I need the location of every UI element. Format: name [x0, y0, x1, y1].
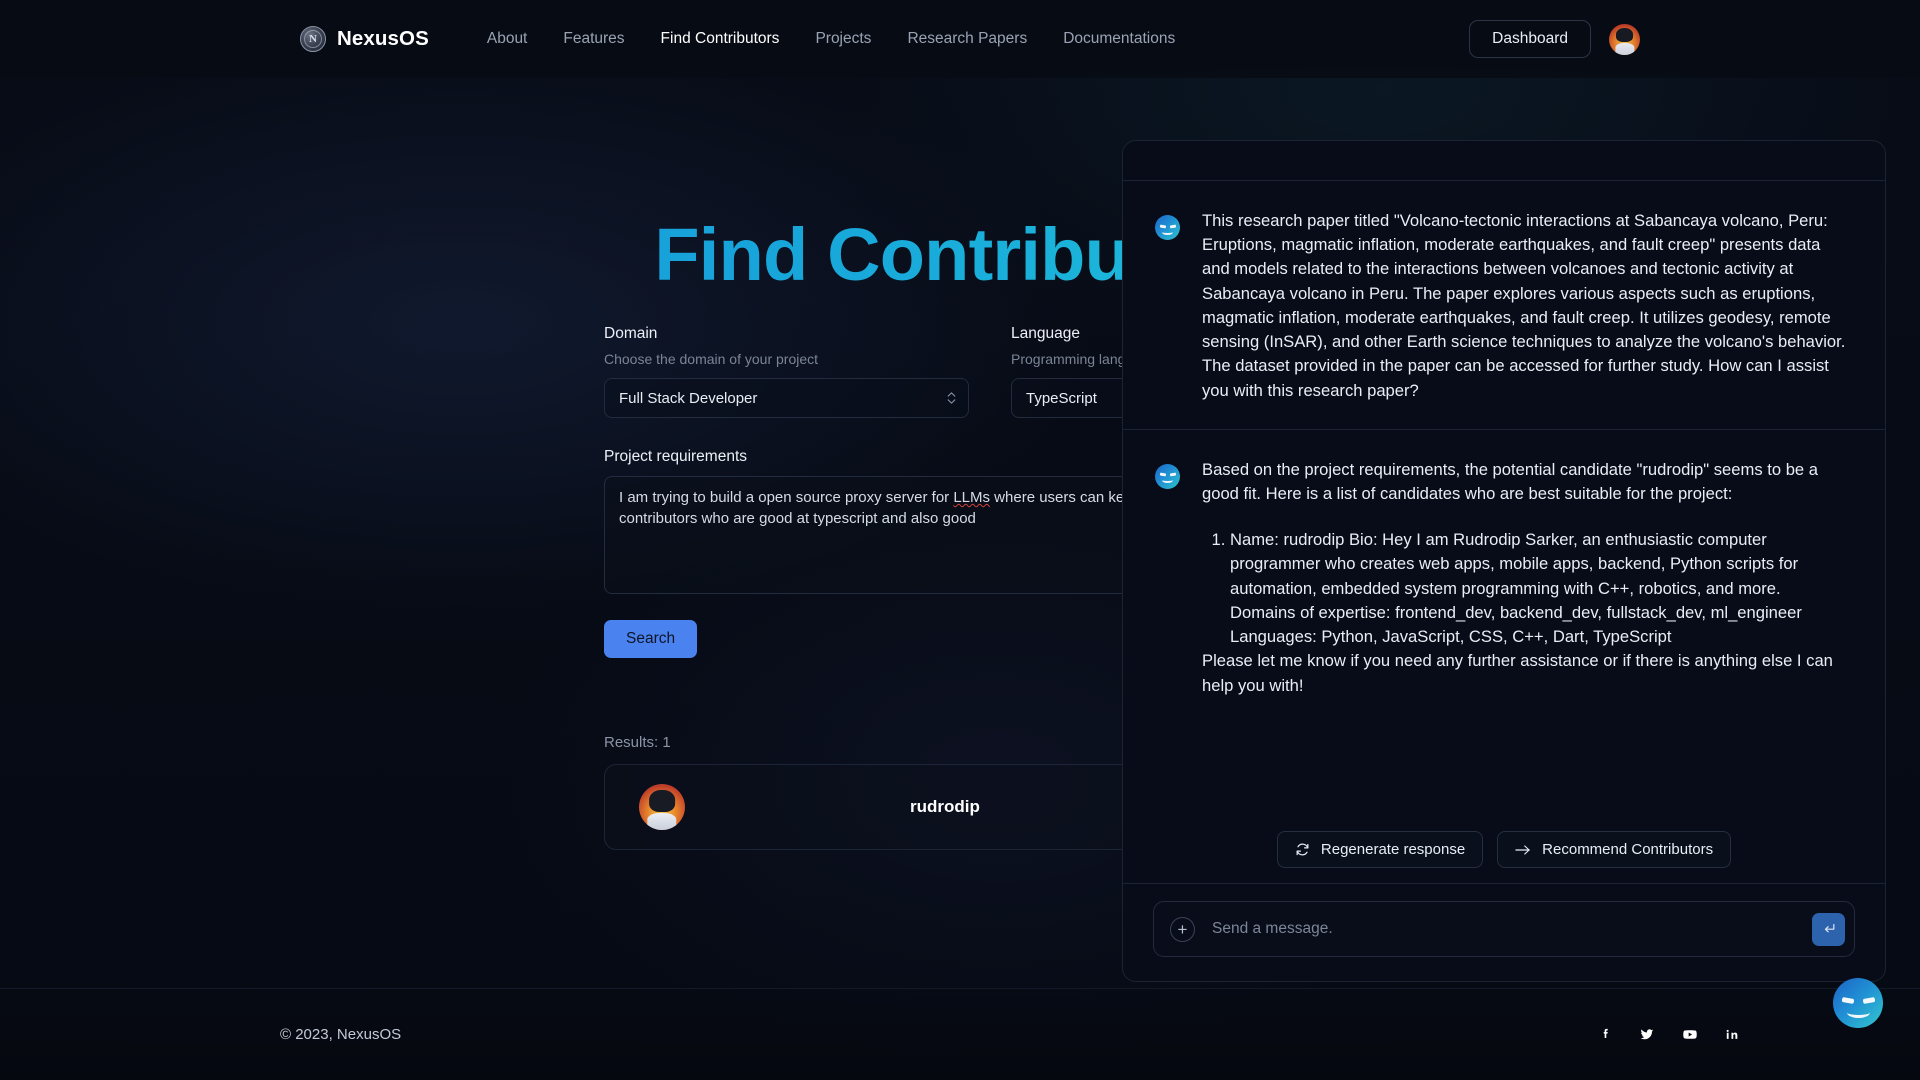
chat-message: This research paper titled "Volcano-tect…	[1123, 181, 1885, 429]
recommend-contributors-button[interactable]: Recommend Contributors	[1497, 831, 1732, 868]
bot-avatar-icon	[1155, 215, 1180, 240]
youtube-icon[interactable]	[1680, 1026, 1700, 1043]
domain-field: Domain Choose the domain of your project…	[604, 325, 969, 418]
nav-links: About Features Find Contributors Project…	[469, 24, 1193, 54]
facebook-icon[interactable]	[1597, 1026, 1614, 1043]
nav-link-projects[interactable]: Projects	[797, 24, 889, 54]
twitter-icon[interactable]	[1638, 1026, 1656, 1043]
chat-paragraph-tail: Please let me know if you need any furth…	[1202, 651, 1833, 695]
brand-name: NexusOS	[337, 27, 429, 50]
chat-input-box[interactable]: + Send a message.	[1153, 901, 1855, 957]
chat-message-body: Based on the project requirements, the p…	[1202, 458, 1847, 698]
chat-message: Based on the project requirements, the p…	[1123, 428, 1885, 724]
chat-panel: This research paper titled "Volcano-tect…	[1122, 140, 1886, 982]
compass-logo-icon: N	[300, 26, 326, 52]
nav-link-research-papers[interactable]: Research Papers	[889, 24, 1045, 54]
user-avatar[interactable]	[1609, 23, 1640, 55]
chat-paragraph: Based on the project requirements, the p…	[1202, 459, 1818, 503]
chat-input-area: + Send a message.	[1123, 883, 1885, 981]
req-text-misspelled: LLMs	[953, 489, 991, 506]
regenerate-response-button[interactable]: Regenerate response	[1276, 831, 1484, 868]
nav-right: Dashboard	[1469, 20, 1880, 58]
req-text-a: I am trying to build a open source proxy…	[619, 489, 954, 506]
plus-icon[interactable]: +	[1170, 916, 1195, 942]
nav-link-features[interactable]: Features	[545, 24, 642, 54]
refresh-icon	[1296, 843, 1309, 856]
copyright-text: © 2023, NexusOS	[280, 1026, 402, 1043]
regenerate-response-label: Regenerate response	[1320, 841, 1466, 858]
chat-bot-face-icon[interactable]	[1833, 978, 1883, 1028]
chat-message-list[interactable]: This research paper titled "Volcano-tect…	[1123, 181, 1885, 831]
list-item: Name: rudrodip Bio: Hey I am Rudrodip Sa…	[1230, 528, 1847, 649]
domain-label: Domain	[604, 325, 658, 342]
enter-return-icon	[1824, 924, 1834, 933]
dashboard-button[interactable]: Dashboard	[1469, 20, 1591, 58]
navbar: N NexusOS About Features Find Contributo…	[0, 0, 1920, 78]
bot-avatar-icon	[1155, 463, 1180, 489]
domain-help: Choose the domain of your project	[604, 351, 819, 367]
domain-select-value: Full Stack Developer	[619, 389, 758, 407]
req-text-c: where users can keep	[990, 489, 1141, 506]
brand[interactable]: N NexusOS	[300, 26, 429, 52]
page-root: N NexusOS About Features Find Contributo…	[0, 0, 1920, 1080]
send-message-button[interactable]	[1812, 912, 1845, 946]
chat-action-bar: Regenerate response Recommend Contributo…	[1123, 831, 1885, 883]
chevron-updown-icon	[947, 392, 956, 404]
nav-link-find-contributors[interactable]: Find Contributors	[643, 24, 798, 54]
nav-link-about[interactable]: About	[469, 24, 546, 54]
chat-message-body: This research paper titled "Volcano-tect…	[1202, 209, 1847, 403]
chat-panel-header	[1123, 141, 1885, 181]
chat-message-input[interactable]: Send a message.	[1212, 920, 1812, 938]
candidate-list: Name: rudrodip Bio: Hey I am Rudrodip Sa…	[1202, 528, 1847, 649]
contributor-name: rudrodip	[910, 797, 980, 816]
brand-logo-letter: N	[309, 32, 317, 45]
linkedin-icon[interactable]	[1724, 1026, 1740, 1043]
footer: © 2023, NexusOS	[0, 988, 1920, 1080]
language-select-value: TypeScript	[1026, 389, 1097, 407]
contributor-avatar	[639, 784, 685, 830]
social-links	[1597, 1026, 1740, 1043]
domain-select[interactable]: Full Stack Developer	[604, 378, 969, 418]
arrow-right-icon	[1515, 844, 1530, 855]
search-button[interactable]: Search	[604, 620, 698, 658]
chat-paragraph: This research paper titled "Volcano-tect…	[1202, 211, 1846, 400]
nav-link-documentations[interactable]: Documentations	[1045, 24, 1193, 54]
recommend-contributors-label: Recommend Contributors	[1542, 841, 1714, 858]
